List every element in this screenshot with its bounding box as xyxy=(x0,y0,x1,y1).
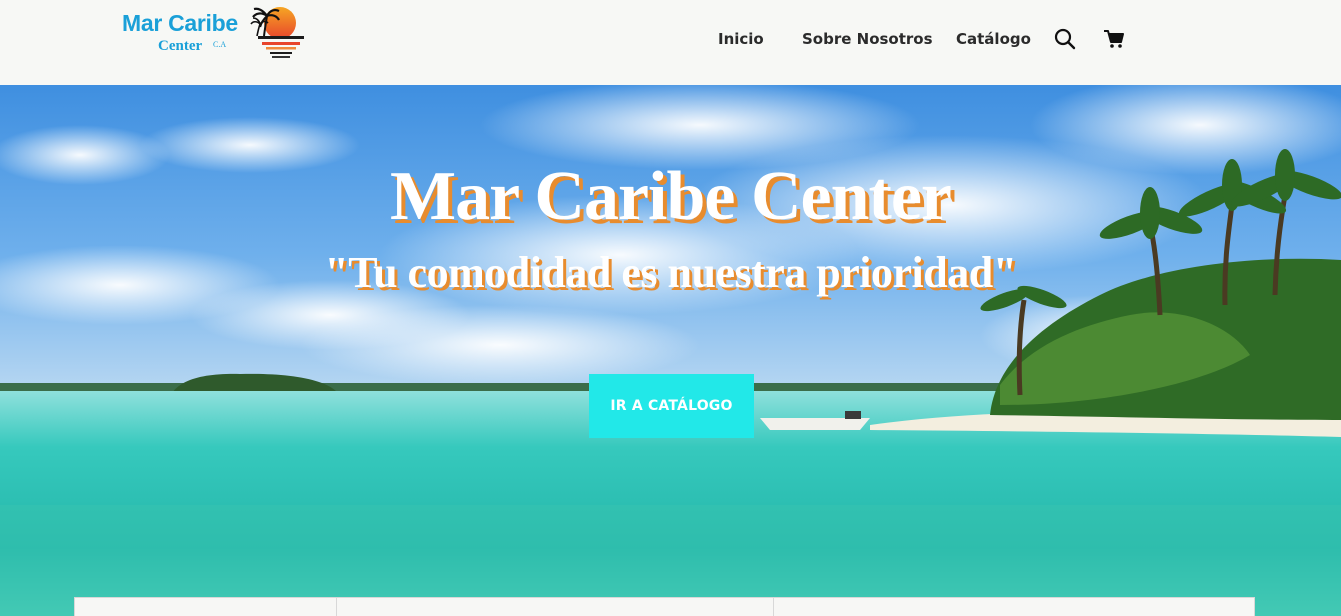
nav-link-inicio[interactable]: Inicio xyxy=(718,30,764,48)
brand-suffix: C.A xyxy=(213,40,227,49)
search-button[interactable] xyxy=(1054,28,1076,50)
catalog-cta-button[interactable]: IR A CATÁLOGO xyxy=(589,374,754,438)
nav-link-catalogo[interactable]: Catálogo xyxy=(956,30,1031,48)
card-divider xyxy=(336,598,337,616)
sunset-palm-icon xyxy=(250,7,304,58)
search-icon xyxy=(1054,28,1076,50)
card-divider xyxy=(773,598,774,616)
page: Mar Caribe Center C.A Inicio Sobre Nosot… xyxy=(0,0,1341,616)
hero-banner: Mar Caribe Center "Tu comodidad es nuest… xyxy=(0,85,1341,616)
hero-subtitle: "Tu comodidad es nuestra prioridad" xyxy=(324,248,1017,297)
brand-logo[interactable]: Mar Caribe Center C.A xyxy=(122,6,307,66)
brand-sub: Center xyxy=(158,38,203,54)
feature-cards-strip xyxy=(74,597,1255,616)
brand-name: Mar Caribe xyxy=(122,10,238,36)
hero-title: Mar Caribe Center xyxy=(390,158,952,235)
site-header: Mar Caribe Center C.A Inicio Sobre Nosot… xyxy=(0,0,1341,85)
nav-link-sobre-nosotros[interactable]: Sobre Nosotros xyxy=(802,30,933,48)
cart-icon xyxy=(1104,30,1124,48)
cart-button[interactable] xyxy=(1103,29,1125,49)
